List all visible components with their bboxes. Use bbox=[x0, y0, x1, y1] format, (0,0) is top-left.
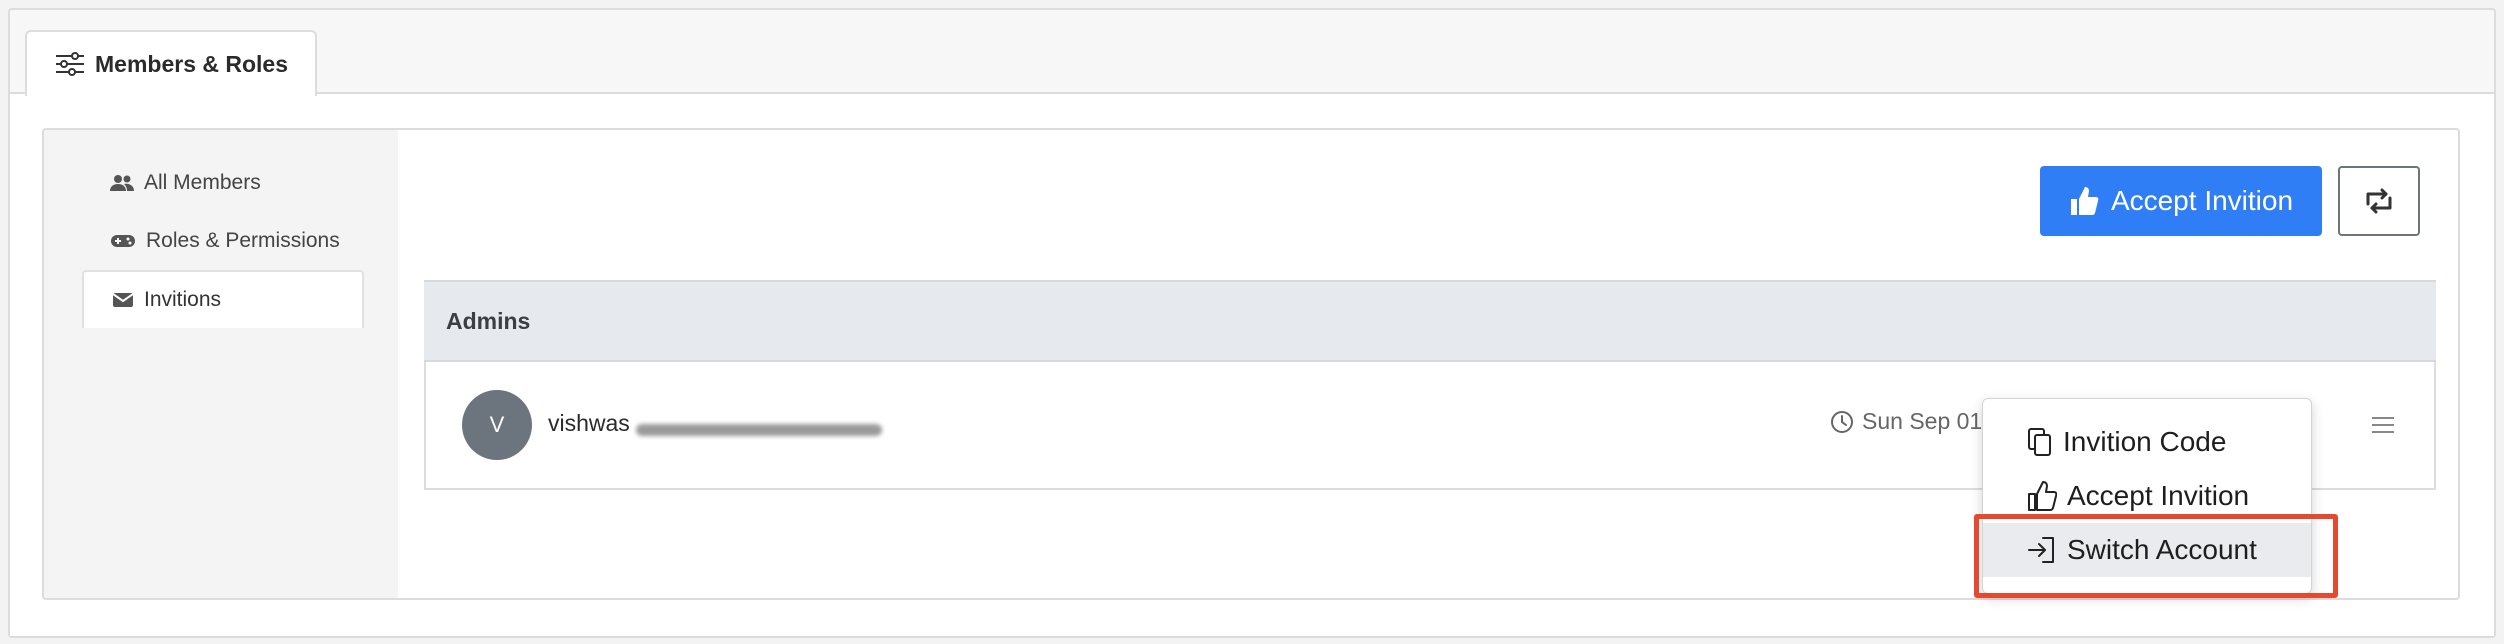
sliders-icon bbox=[55, 52, 85, 76]
copy-icon bbox=[2027, 427, 2053, 457]
sidebar-item-invitions[interactable]: Invitions bbox=[82, 270, 364, 328]
tab-members-roles[interactable]: Members & Roles bbox=[25, 30, 317, 96]
sidebar-item-label: Roles & Permissions bbox=[146, 229, 340, 252]
annotation-highlight-box bbox=[1974, 514, 2338, 598]
sidebar-item-label: All Members bbox=[144, 171, 261, 194]
tab-label: Members & Roles bbox=[95, 50, 289, 77]
member-date: Sun Sep 01 bbox=[1830, 408, 1982, 435]
sidebar: All Members Roles & Permissions Invition… bbox=[44, 130, 398, 598]
sidebar-item-label: Invitions bbox=[144, 288, 222, 311]
member-email: vishwas bbox=[548, 410, 630, 436]
menu-item-label: Accept Invition bbox=[2067, 480, 2250, 511]
sidebar-item-roles-permissions[interactable]: Roles & Permissions bbox=[82, 212, 364, 270]
retweet-icon bbox=[2362, 188, 2396, 214]
menu-item-label: Invition Code bbox=[2063, 426, 2227, 457]
row-menu-button[interactable] bbox=[2368, 410, 2398, 440]
gamepad-icon bbox=[110, 232, 136, 250]
refresh-button[interactable] bbox=[2338, 166, 2420, 236]
clock-icon bbox=[1830, 410, 1854, 434]
avatar: V bbox=[462, 390, 532, 460]
envelope-icon bbox=[112, 292, 134, 308]
sidebar-item-all-members[interactable]: All Members bbox=[82, 154, 364, 212]
redacted-email-mask bbox=[636, 424, 882, 436]
tab-strip bbox=[8, 8, 2496, 94]
users-icon bbox=[110, 173, 134, 193]
thumbs-up-icon bbox=[2069, 185, 2099, 217]
accept-invition-button[interactable]: Accept Invition bbox=[2040, 166, 2322, 236]
thumbs-up-icon bbox=[2027, 480, 2057, 512]
hamburger-icon bbox=[2372, 416, 2394, 434]
group-header-admins: Admins bbox=[424, 280, 2436, 362]
menu-item-invition-code[interactable]: Invition Code bbox=[1983, 415, 2311, 469]
avatar-letter: V bbox=[489, 412, 505, 437]
accept-invition-label: Accept Invition bbox=[2110, 185, 2294, 216]
group-title: Admins bbox=[446, 307, 531, 334]
member-date-text: Sun Sep 01 bbox=[1862, 408, 1983, 434]
